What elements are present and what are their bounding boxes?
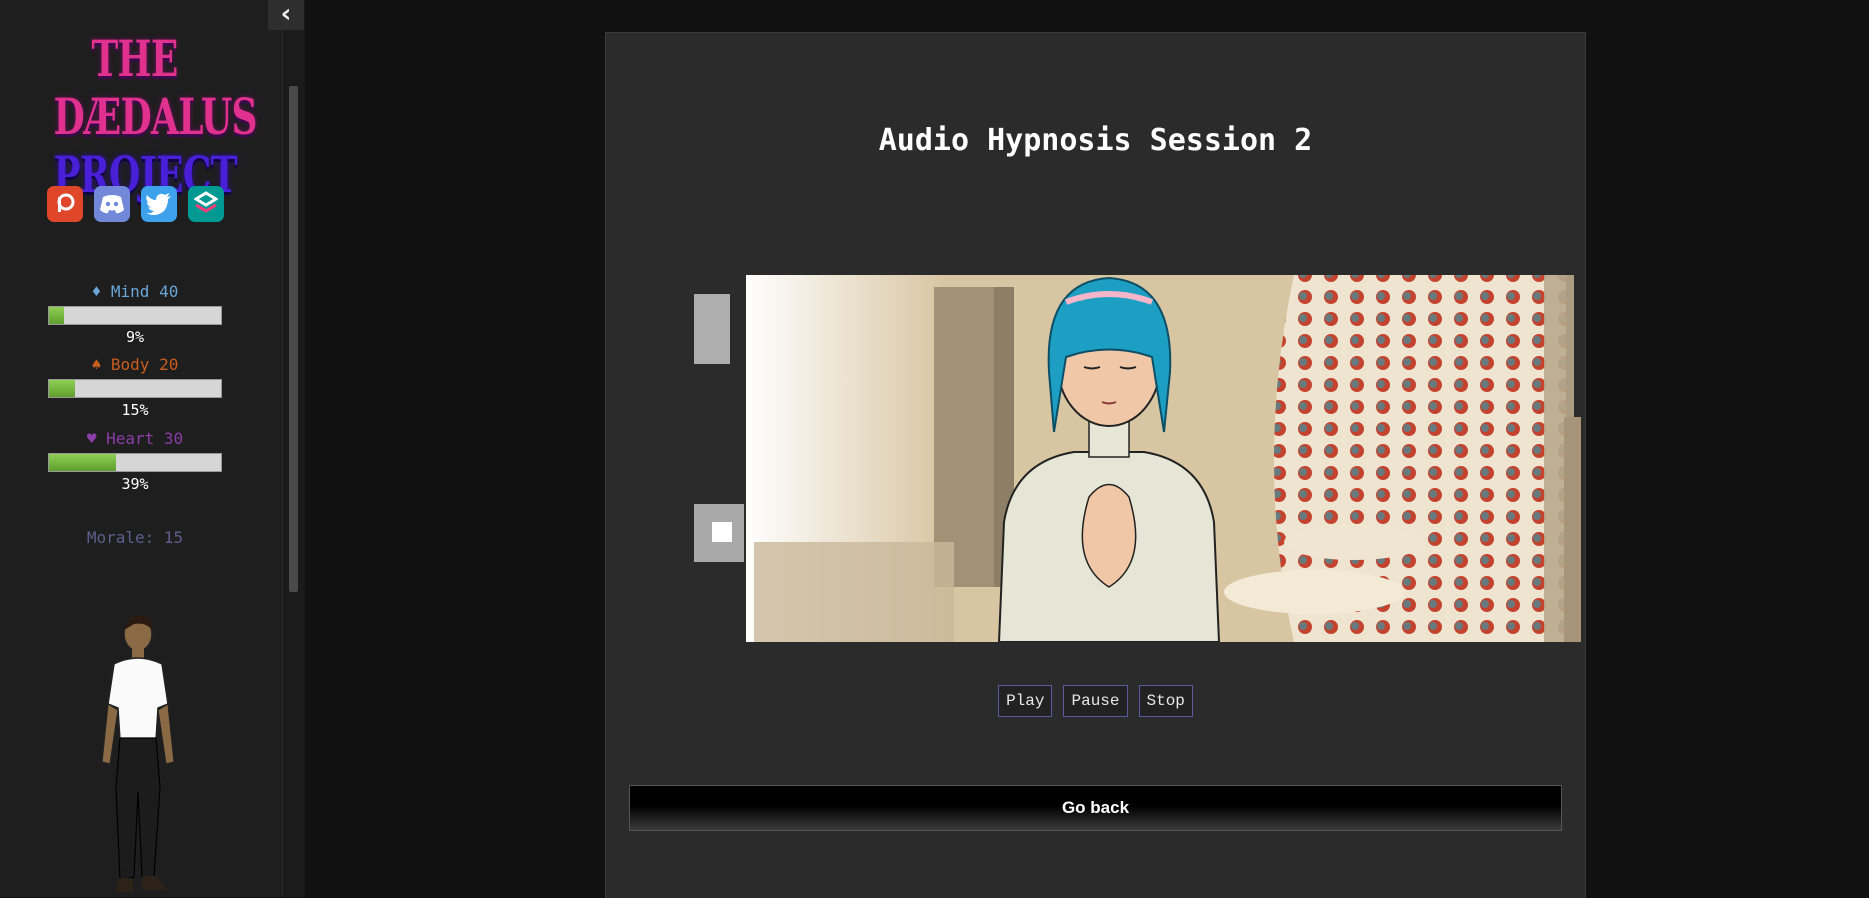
player-avatar xyxy=(101,615,175,892)
main-panel: Audio Hypnosis Session 2 Play Pause Stop… xyxy=(605,32,1586,898)
stat-heart: ♥ Heart 30 39% xyxy=(48,429,222,493)
logo-line-1: THE DÆDALUS xyxy=(53,29,258,146)
play-button[interactable]: Play xyxy=(998,685,1053,717)
pause-button[interactable]: Pause xyxy=(1063,685,1128,717)
sidebar-scrollbar[interactable] xyxy=(282,0,305,897)
stat-heart-percent: 39% xyxy=(121,475,149,493)
stat-body-percent: 15% xyxy=(121,401,149,419)
stat-body-bar xyxy=(48,379,222,398)
social-links xyxy=(47,186,224,222)
sidebar: THE DÆDALUS PROJECT ♦ Mind 40 9% ♠ Body … xyxy=(0,0,282,897)
stat-body: ♠ Body 20 15% xyxy=(48,355,222,419)
stat-heart-bar-fill xyxy=(49,454,117,471)
stat-mind-bar-fill xyxy=(49,307,65,324)
twitter-icon[interactable] xyxy=(141,186,177,222)
audio-controls: Play Pause Stop xyxy=(606,685,1585,717)
page-title: Audio Hypnosis Session 2 xyxy=(878,123,1313,158)
stat-mind-bar xyxy=(48,306,222,325)
discord-icon[interactable] xyxy=(94,186,130,222)
sidebar-scrollbar-thumb[interactable] xyxy=(289,86,298,592)
patreon-icon[interactable] xyxy=(47,186,83,222)
stat-mind-percent: 9% xyxy=(125,328,145,346)
stat-body-label: ♠ Body 20 xyxy=(91,355,179,374)
morale-value: Morale: 15 xyxy=(86,528,184,547)
collapse-sidebar-button[interactable]: ‹ xyxy=(268,0,304,30)
game-logo: THE DÆDALUS PROJECT xyxy=(22,29,258,204)
chevron-left-icon: ‹ xyxy=(280,0,292,29)
stat-heart-label: ♥ Heart 30 xyxy=(86,429,184,448)
scene-image xyxy=(694,275,1581,642)
stat-body-bar-fill xyxy=(49,380,75,397)
subscribestar-icon[interactable] xyxy=(188,186,224,222)
stat-mind: ♦ Mind 40 9% xyxy=(48,282,222,346)
stat-heart-bar xyxy=(48,453,222,472)
stop-button[interactable]: Stop xyxy=(1138,685,1193,717)
go-back-button[interactable]: Go back xyxy=(629,785,1562,831)
stat-mind-label: ♦ Mind 40 xyxy=(91,282,179,301)
